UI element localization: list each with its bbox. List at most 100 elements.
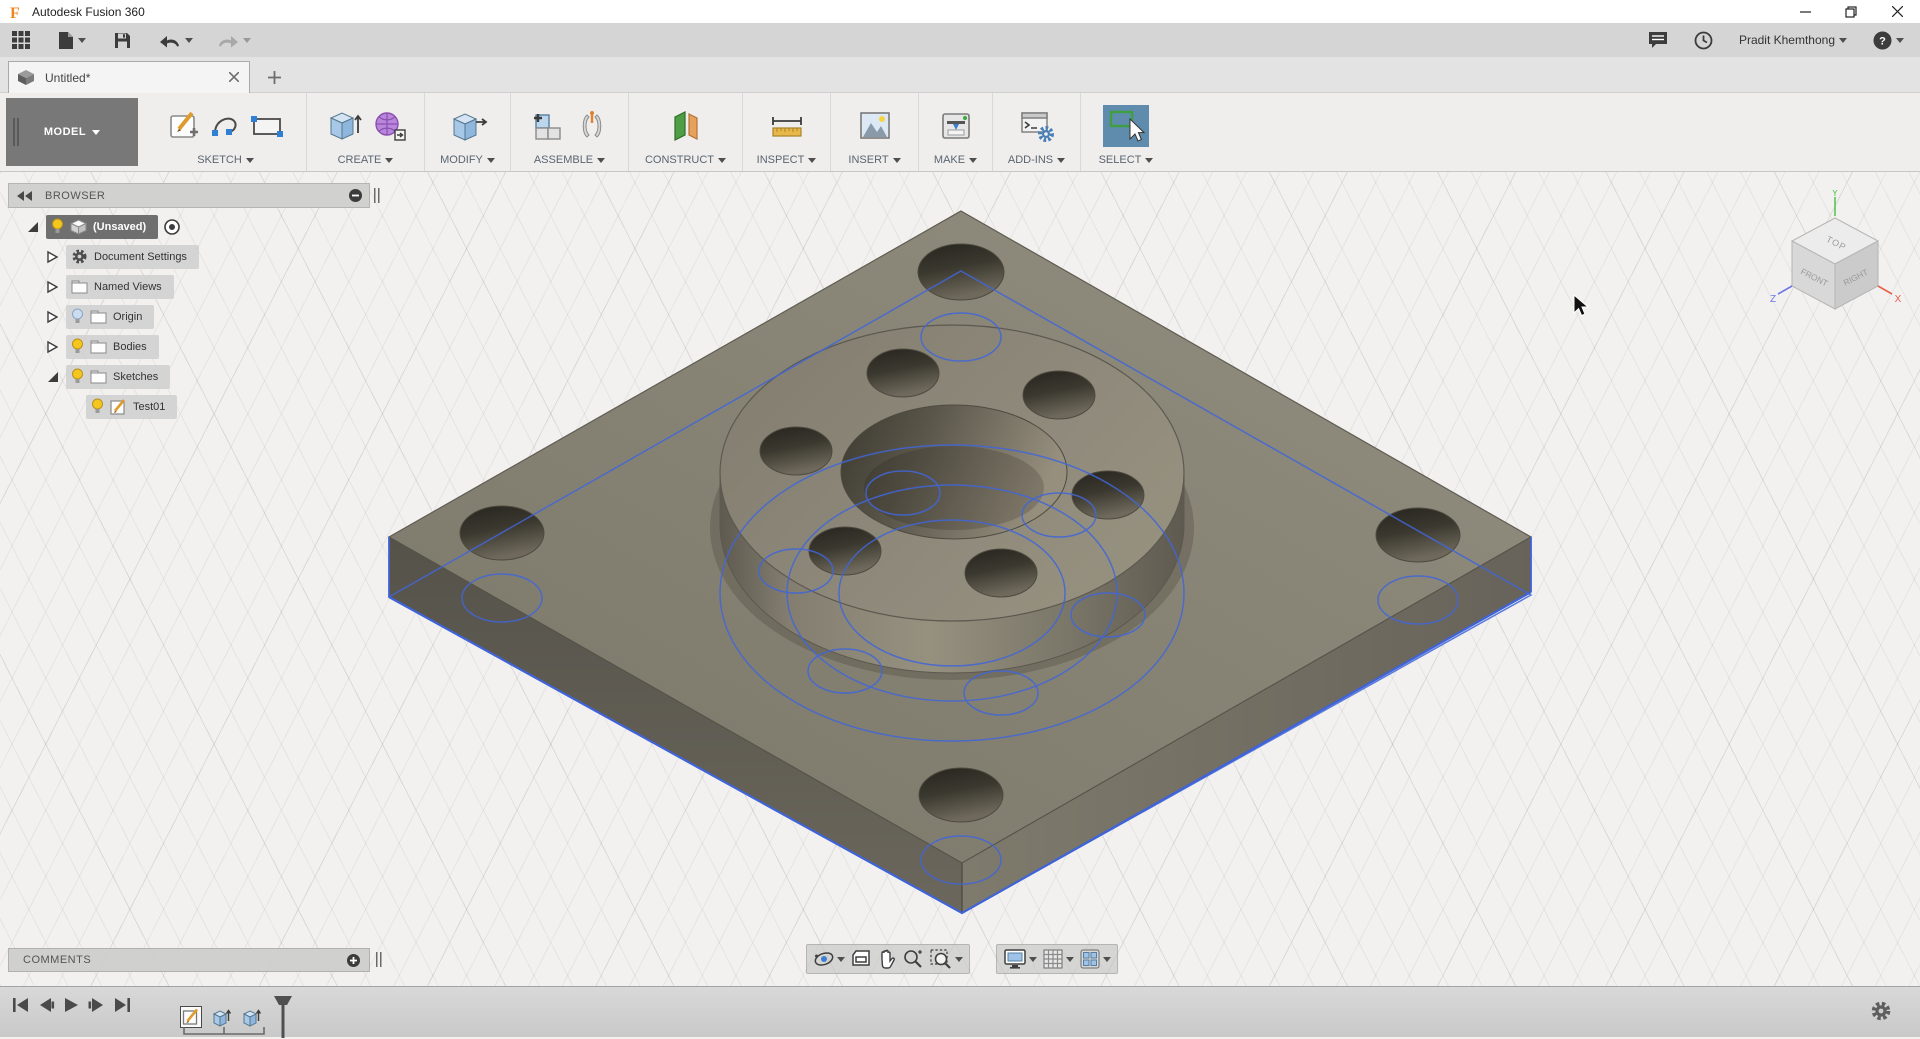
collapsed-arrow-icon[interactable] [46, 340, 58, 354]
create-menu[interactable]: CREATE [338, 154, 394, 166]
look-at-button[interactable] [850, 949, 872, 969]
app-grid-button[interactable] [10, 29, 32, 51]
timeline-feature-extrude-2[interactable] [240, 1006, 262, 1028]
tree-pill[interactable]: Sketches [66, 365, 170, 389]
bulb-on-icon[interactable] [91, 398, 104, 415]
go-to-start-button[interactable] [12, 997, 29, 1013]
pan-button[interactable] [877, 948, 897, 970]
bulb-on-icon[interactable] [71, 368, 84, 385]
scripts-addins-icon[interactable] [1019, 109, 1055, 143]
select-menu[interactable]: SELECT [1099, 154, 1154, 166]
inspect-menu[interactable]: INSPECT [757, 154, 817, 166]
new-tab-button[interactable] [262, 65, 286, 89]
modify-menu[interactable]: MODIFY [440, 154, 495, 166]
activate-radio-icon[interactable] [163, 218, 181, 236]
make-menu[interactable]: MAKE [934, 154, 977, 166]
tree-row-root[interactable]: (Unsaved) [8, 214, 380, 239]
file-menu-button[interactable] [56, 29, 88, 52]
tree-row-origin[interactable]: Origin [8, 304, 380, 329]
dropdown-arrow-icon [969, 158, 977, 163]
insert-image-icon[interactable] [857, 110, 893, 142]
select-tool-button[interactable] [1103, 105, 1149, 147]
assemble-menu[interactable]: ASSEMBLE [534, 154, 605, 166]
tree-row-test01[interactable]: Test01 [8, 394, 380, 419]
add-comment-icon[interactable] [346, 953, 361, 968]
axis-x-label: X [1895, 294, 1902, 305]
undo-button[interactable] [157, 30, 195, 50]
rectangle-tool-icon[interactable] [250, 112, 284, 140]
press-pull-icon[interactable] [448, 109, 488, 143]
collapse-panel-icon[interactable] [17, 191, 33, 201]
go-to-end-button[interactable] [114, 997, 131, 1013]
root-pill[interactable]: (Unsaved) [46, 215, 158, 239]
collapsed-arrow-icon[interactable] [46, 310, 58, 324]
collapsed-arrow-icon[interactable] [46, 280, 58, 294]
tree-pill[interactable]: Document Settings [66, 245, 199, 269]
ribbon-group-modify: MODIFY [425, 93, 511, 171]
viewport-canvas[interactable]: Y TOP FRONT RIGHT Z X BROWSER [0, 172, 1920, 986]
ribbon-group-make: MAKE [919, 93, 993, 171]
save-button[interactable] [112, 30, 133, 51]
panel-minus-icon[interactable] [348, 188, 363, 203]
construct-plane-icon[interactable] [668, 108, 704, 144]
create-sketch-icon[interactable] [168, 109, 202, 143]
tab-close-button[interactable] [229, 69, 239, 87]
expanded-arrow-icon[interactable] [26, 220, 40, 234]
expanded-arrow-icon[interactable] [46, 370, 60, 384]
fit-button[interactable] [929, 948, 963, 970]
insert-menu[interactable]: INSERT [848, 154, 900, 166]
minimize-icon [1800, 6, 1811, 17]
grid-display-button[interactable] [1042, 948, 1074, 970]
tree-row-bodies[interactable]: Bodies [8, 334, 380, 359]
tree-pill[interactable]: Bodies [66, 335, 159, 359]
timeline-feature-extrude-1[interactable] [210, 1006, 232, 1028]
play-button[interactable] [64, 997, 79, 1013]
close-button[interactable] [1874, 0, 1920, 23]
timeline-settings-button[interactable] [1870, 1000, 1892, 1027]
orbit-button[interactable] [813, 948, 845, 970]
panel-drag-grip[interactable] [374, 188, 380, 203]
bulb-on-icon[interactable] [71, 338, 84, 355]
tree-pill[interactable]: Origin [66, 305, 154, 329]
arc-tool-icon[interactable] [210, 111, 242, 141]
browser-header[interactable]: BROWSER [8, 183, 370, 208]
restore-button[interactable] [1828, 0, 1874, 23]
viewports-button[interactable] [1079, 948, 1111, 970]
create-form-icon[interactable] [371, 109, 407, 143]
collapsed-arrow-icon[interactable] [46, 250, 58, 264]
job-status-button[interactable] [1646, 29, 1670, 51]
toolbar-grip[interactable] [13, 118, 21, 146]
dropdown-arrow-icon [92, 130, 100, 135]
tree-pill[interactable]: Test01 [86, 395, 177, 419]
viewcube[interactable]: Y TOP FRONT RIGHT Z X [1765, 190, 1915, 320]
tab-untitled[interactable]: Untitled* [8, 61, 250, 93]
folder-icon [71, 279, 88, 294]
minimize-button[interactable] [1782, 0, 1828, 23]
joint-icon[interactable] [575, 109, 609, 143]
step-forward-button[interactable] [88, 997, 105, 1013]
3d-print-icon[interactable] [939, 110, 973, 142]
zoom-button[interactable] [902, 948, 924, 970]
step-back-button[interactable] [38, 997, 55, 1013]
extrude-icon[interactable] [325, 109, 363, 143]
panel-drag-grip[interactable] [376, 952, 382, 967]
tree-pill[interactable]: Named Views [66, 275, 174, 299]
recent-activity-button[interactable] [1692, 29, 1715, 52]
timeline-feature-sketch[interactable] [180, 1006, 202, 1028]
comments-panel[interactable]: COMMENTS [8, 948, 370, 972]
redo-button[interactable] [215, 30, 253, 50]
tree-row-document-settings[interactable]: Document Settings [8, 244, 380, 269]
bulb-on-icon[interactable] [51, 218, 64, 235]
help-button[interactable]: ? [1871, 29, 1906, 52]
tree-row-sketches[interactable]: Sketches [8, 364, 380, 389]
user-account-button[interactable]: Pradit Khemthong [1737, 31, 1849, 49]
display-settings-button[interactable] [1003, 948, 1037, 970]
new-component-icon[interactable] [531, 109, 567, 143]
addins-menu[interactable]: ADD-INS [1008, 154, 1065, 166]
bulb-off-icon[interactable] [71, 308, 84, 325]
measure-icon[interactable] [769, 111, 805, 141]
construct-menu[interactable]: CONSTRUCT [645, 154, 726, 166]
tree-row-named-views[interactable]: Named Views [8, 274, 380, 299]
workspace-switcher[interactable]: MODEL [6, 98, 138, 166]
sketch-menu[interactable]: SKETCH [197, 154, 254, 166]
